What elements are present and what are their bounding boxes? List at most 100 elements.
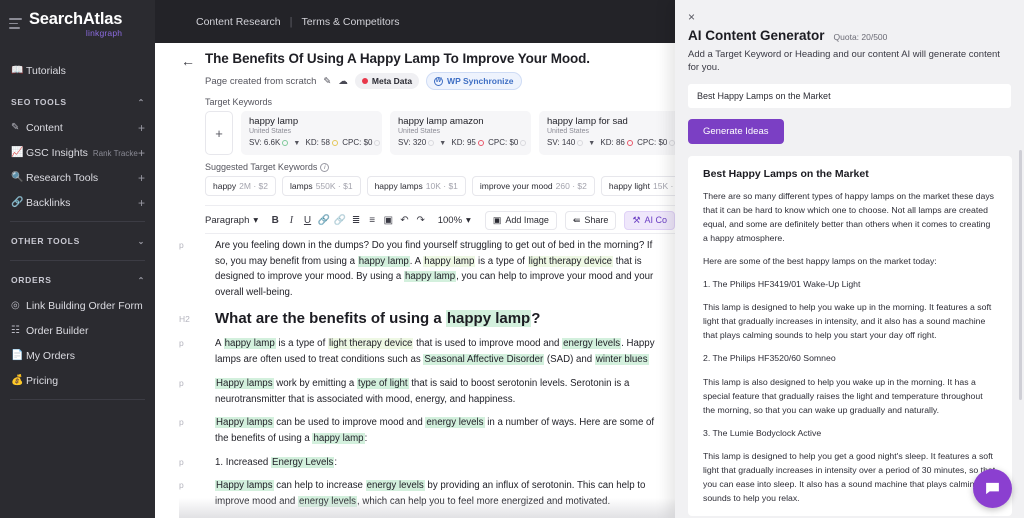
suggested-keyword-chip[interactable]: happy light15K · $1 — [600, 176, 675, 196]
link-icon[interactable]: 🔗 — [317, 211, 331, 229]
keyword-name: happy lamp amazon — [398, 116, 484, 127]
keyword-card[interactable]: happy lamp for sad United States SV: 140… — [539, 111, 675, 155]
sidebar-item-label: Order Builder — [26, 324, 89, 337]
image-icon[interactable]: ▣ — [381, 211, 395, 229]
caret-down-icon[interactable]: ▼ — [588, 140, 595, 147]
book-icon: 📖 — [11, 65, 24, 76]
zoom-value: 100% — [437, 214, 463, 226]
result-paragraph: This lamp is also designed to help you w… — [703, 376, 983, 415]
sidebar-item-content[interactable]: ✎ Content + — [0, 115, 155, 140]
document-title-row: ← The Benefits Of Using A Happy Lamp To … — [181, 51, 675, 68]
suggested-keyword-chip[interactable]: lamps 550K · $1 — [282, 176, 361, 196]
nav-link-terms-competitors[interactable]: Terms & Competitors — [302, 16, 400, 28]
back-arrow-icon[interactable]: ← — [181, 54, 195, 68]
chevron-up-icon[interactable]: ⌃ — [138, 98, 145, 107]
sidebar-section-orders[interactable]: ORDERS ⌃ — [0, 267, 155, 293]
document-block[interactable]: p 1. Increased Energy Levels: — [179, 451, 675, 475]
chat-bubble-icon[interactable] — [973, 469, 1012, 508]
result-paragraph: Here are some of the best happy lamps on… — [703, 256, 937, 266]
nav-link-content-research[interactable]: Content Research — [196, 16, 281, 28]
keyword-input[interactable]: Best Happy Lamps on the Market — [688, 83, 1011, 108]
caret-down-icon[interactable]: ▼ — [293, 140, 300, 147]
keyword-stats: SV: 6.6K ▼ KD: 58 CPC: $0 — [249, 138, 381, 147]
pencil-icon[interactable]: ✎ — [323, 76, 331, 87]
button-label: AI Co — [644, 215, 668, 225]
redo-icon[interactable]: ↷ — [414, 211, 428, 229]
block-tag-label: p — [179, 338, 184, 349]
sidebar-item-pricing[interactable]: 💰 Pricing — [0, 368, 155, 393]
result-paragraph: This lamp is designed to help you wake u… — [703, 302, 992, 341]
underline-icon[interactable]: U — [300, 211, 314, 229]
document-block[interactable]: p A happy lamp is a type of light therapy… — [179, 332, 675, 371]
suggested-keyword-chip[interactable]: happy lamps 10K · $1 — [366, 176, 466, 196]
document-block[interactable]: H2 What are the benefits of using a happy… — [179, 305, 675, 333]
suggested-label-text: Suggested Target Keywords — [205, 162, 318, 172]
keyword-card[interactable]: happy lamp United States SV: 6.6K ▼ KD: 5… — [241, 111, 382, 155]
document-body[interactable]: p Are you feeling down in the dumps? Do y… — [179, 234, 675, 518]
unlink-icon[interactable]: 🔗 — [333, 211, 347, 229]
share-button[interactable]: ⇚ Share — [564, 210, 617, 230]
expand-plus-icon[interactable]: + — [138, 197, 145, 209]
hamburger-icon[interactable] — [9, 18, 22, 32]
target-icon: ◎ — [11, 300, 20, 311]
caret-down-icon[interactable]: ▼ — [439, 140, 446, 147]
sidebar-item-my-orders[interactable]: 📄 My Orders — [0, 343, 155, 368]
meta-data-badge[interactable]: Meta Data — [354, 73, 420, 89]
sidebar-item-order-builder[interactable]: ☷ Order Builder — [0, 318, 155, 343]
sidebar-section-other-tools[interactable]: OTHER TOOLS ⌄ — [0, 228, 155, 254]
document-block[interactable]: p Happy lamps can be used to improve mood… — [179, 411, 675, 450]
sidebar-logo[interactable]: SearchAtlas linkgraph — [0, 0, 155, 46]
sv-value: 140 — [561, 138, 576, 147]
cloud-upload-icon[interactable]: ☁ — [338, 76, 348, 87]
result-paragraph: There are so many different types of hap… — [703, 190, 995, 243]
sidebar-section-seo-tools[interactable]: SEO TOOLS ⌃ — [0, 89, 155, 115]
sidebar-divider — [10, 260, 145, 261]
keyword-card[interactable]: happy lamp amazon United States SV: 320 ▼… — [390, 111, 531, 155]
sidebar-item-tutorials[interactable]: 📖 Tutorials — [0, 58, 155, 83]
sv-label: SV: — [547, 138, 560, 147]
sv-value: 320 — [412, 138, 427, 147]
robot-icon: ⚒ — [632, 214, 641, 225]
add-image-button[interactable]: ▣ Add Image — [484, 210, 557, 230]
expand-plus-icon[interactable]: + — [138, 122, 145, 134]
wp-synchronize-badge[interactable]: W WP Synchronize — [426, 72, 522, 90]
sidebar-item-label: Pricing — [26, 374, 59, 387]
sidebar-item-research-tools[interactable]: 🔍 Research Tools + — [0, 165, 155, 190]
document-block[interactable]: p Happy lamps work by emitting a type of … — [179, 372, 675, 411]
italic-icon[interactable]: I — [284, 211, 298, 229]
sidebar-item-backlinks[interactable]: 🔗 Backlinks + — [0, 190, 155, 215]
bullet-list-icon[interactable]: ≡ — [365, 211, 379, 229]
chevron-up-icon[interactable]: ⌃ — [138, 276, 145, 285]
sidebar-item-gsc-insights[interactable]: 📈 GSC InsightsRank Tracker| + — [0, 140, 155, 165]
add-keyword-button[interactable]: + — [205, 111, 233, 155]
ai-content-button[interactable]: ⚒ AI Co — [624, 210, 675, 230]
undo-icon[interactable]: ↶ — [397, 211, 411, 229]
result-paragraph: This lamp is designed to help you get a … — [703, 450, 996, 504]
brand-subtitle: linkgraph — [85, 27, 123, 38]
chip-volume: 2M · $2 — [239, 181, 268, 191]
zoom-level-select[interactable]: 100% ▾ — [438, 215, 471, 226]
expand-plus-icon[interactable]: + — [138, 147, 145, 159]
result-body: There are so many different types of hap… — [703, 189, 997, 516]
brand-name: SearchAtlas — [29, 10, 123, 28]
kd-value: 95 — [466, 138, 476, 147]
close-icon[interactable]: × — [675, 0, 699, 24]
kd-label: KD: — [305, 138, 319, 147]
panel-scrollbar[interactable] — [1019, 150, 1022, 400]
ordered-list-icon[interactable]: ≣ — [349, 211, 363, 229]
generated-result-card[interactable]: Best Happy Lamps on the Market There are… — [688, 155, 1012, 516]
kd-label: KD: — [600, 138, 614, 147]
document-block[interactable]: p Are you feeling down in the dumps? Do y… — [179, 234, 675, 305]
magnifier-icon: 🔍 — [11, 172, 24, 183]
result-paragraph: 1. The Philips HF3419/01 Wake-Up Light — [703, 279, 861, 290]
info-icon[interactable]: i — [320, 162, 330, 172]
suggested-keyword-chip[interactable]: happy 2M · $2 — [205, 176, 276, 196]
sidebar-item-label: Content — [26, 121, 63, 134]
suggested-keyword-chip[interactable]: improve your mood 260 · $2 — [471, 176, 595, 196]
bold-icon[interactable]: B — [268, 211, 282, 229]
paragraph-style-select[interactable]: Paragraph ▾ — [205, 215, 258, 226]
expand-plus-icon[interactable]: + — [138, 172, 145, 184]
chevron-down-icon[interactable]: ⌄ — [138, 237, 145, 246]
generate-ideas-button[interactable]: Generate Ideas — [688, 118, 784, 144]
sidebar-item-link-building-order-form[interactable]: ◎ Link Building Order Form — [0, 293, 155, 318]
